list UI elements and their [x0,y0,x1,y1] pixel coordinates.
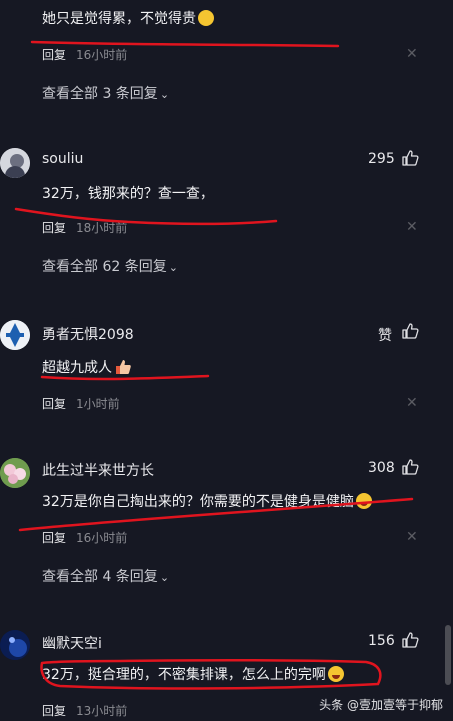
red-underline-3 [40,374,210,381]
red-underline-annotations [14,40,414,690]
red-underline-1 [30,40,340,48]
red-circle-5 [40,659,382,690]
red-underline-2 [14,207,278,226]
red-underline-4 [18,497,414,532]
